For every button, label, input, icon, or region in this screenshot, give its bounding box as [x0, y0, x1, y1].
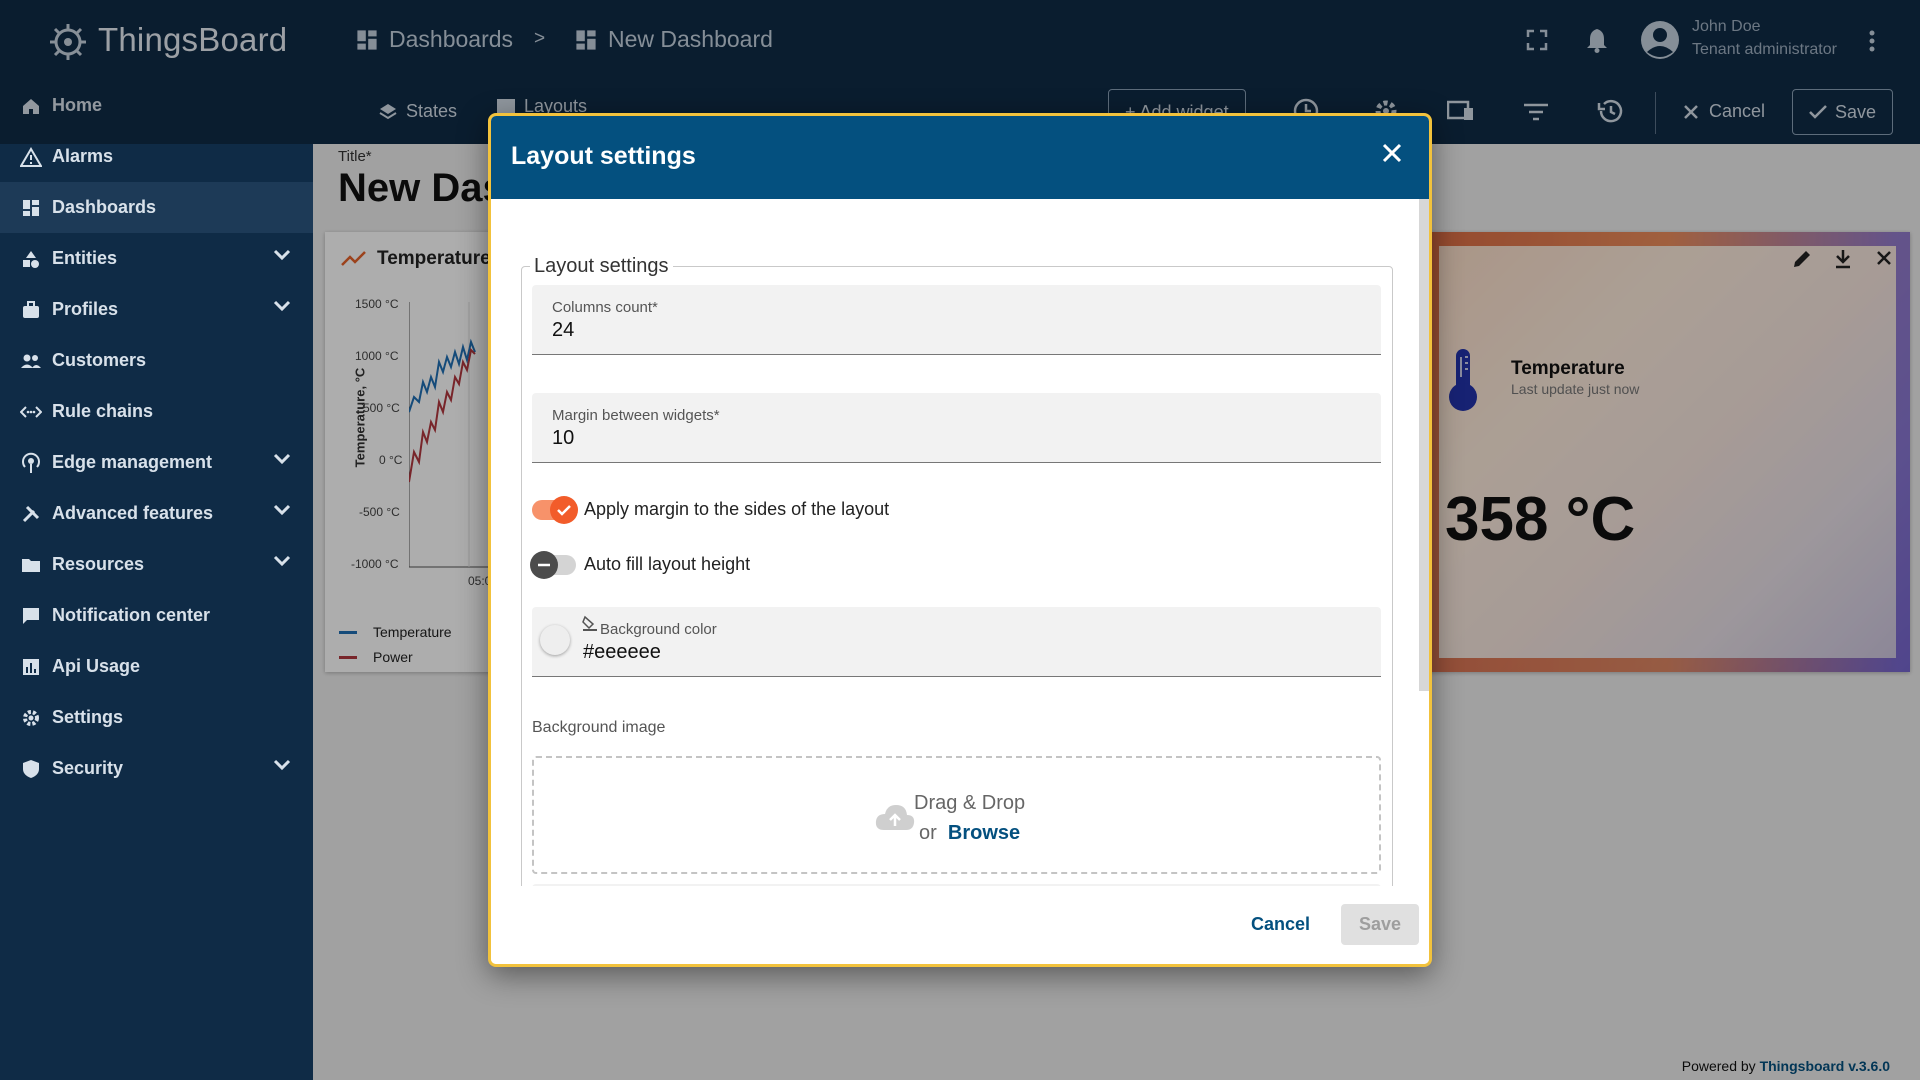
- notification-icon: [20, 605, 42, 627]
- sidebar-item-dashboards[interactable]: Dashboards: [0, 182, 313, 233]
- sidebar-nav: Home Alarms Dashboards Entities Profiles…: [0, 80, 313, 794]
- sidebar-item-resources[interactable]: Resources: [0, 539, 313, 590]
- sidebar-item-label: Api Usage: [52, 656, 141, 676]
- sidebar-item-api-usage[interactable]: Api Usage: [0, 641, 313, 692]
- columns-count-value: 24: [552, 319, 575, 341]
- columns-count-label: Columns count*: [552, 299, 658, 316]
- rule-chains-icon: [20, 401, 42, 423]
- minus-icon: [538, 563, 550, 566]
- margin-value: 10: [552, 427, 575, 449]
- margin-label: Margin between widgets*: [552, 407, 720, 424]
- background-color-label: Background color: [600, 621, 717, 638]
- sidebar-item-rule-chains[interactable]: Rule chains: [0, 386, 313, 437]
- sidebar: ThingsBoard Home Alarms Dashboards Entit…: [0, 0, 313, 1080]
- sidebar-item-edge-management[interactable]: Edge management: [0, 437, 313, 488]
- tools-icon: [20, 503, 42, 525]
- chart-icon: [20, 656, 42, 678]
- sidebar-item-profiles[interactable]: Profiles: [0, 284, 313, 335]
- group-legend: Layout settings: [534, 255, 669, 277]
- sidebar-item-label: Settings: [52, 707, 124, 727]
- customers-icon: [20, 350, 42, 372]
- entities-icon: [20, 248, 42, 270]
- shield-icon: [20, 758, 42, 780]
- margin-field[interactable]: Margin between widgets* 10: [532, 393, 1381, 463]
- dashboard-icon: [20, 197, 42, 219]
- close-icon[interactable]: [1381, 142, 1403, 164]
- sidebar-item-label: Edge management: [52, 452, 213, 472]
- sidebar-item-label: Rule chains: [52, 401, 154, 421]
- toggle-knob: [550, 495, 578, 524]
- columns-count-field[interactable]: Columns count* 24: [532, 285, 1381, 355]
- dialog-save-button[interactable]: Save: [1340, 904, 1419, 945]
- browse-link[interactable]: Browse: [948, 822, 1020, 844]
- chevron-down-icon: [273, 555, 291, 567]
- sidebar-item-label: Customers: [52, 350, 147, 370]
- background-image-dropzone[interactable]: Drag & Drop or Browse: [532, 756, 1381, 874]
- chevron-down-icon: [273, 300, 291, 312]
- sidebar-item-label: Advanced features: [52, 503, 214, 523]
- sidebar-item-label: Entities: [52, 248, 118, 268]
- apply-margin-toggle[interactable]: [532, 495, 578, 524]
- chevron-down-icon: [273, 504, 291, 516]
- or-label: or: [918, 822, 937, 844]
- dialog-scrollbar[interactable]: [1419, 199, 1429, 691]
- background-image-label: Background image: [532, 719, 666, 736]
- sidebar-item-label: Resources: [52, 554, 145, 574]
- check-icon: [557, 504, 571, 516]
- sidebar-item-settings[interactable]: Settings: [0, 692, 313, 743]
- sidebar-item-security[interactable]: Security: [0, 743, 313, 794]
- folder-icon: [20, 554, 42, 576]
- chevron-down-icon: [273, 453, 291, 465]
- apply-margin-label: Apply margin to the sides of the layout: [584, 499, 890, 519]
- drag-drop-label: Drag & Drop: [914, 792, 1026, 814]
- color-swatch[interactable]: [540, 625, 570, 655]
- paint-bucket-icon: [582, 615, 597, 631]
- background-color-field[interactable]: Background color #eeeeee: [532, 607, 1381, 677]
- sidebar-item-notification-center[interactable]: Notification center: [0, 590, 313, 641]
- sidebar-item-label: Dashboards: [52, 197, 157, 217]
- sidebar-item-advanced-features[interactable]: Advanced features: [0, 488, 313, 539]
- sidebar-item-customers[interactable]: Customers: [0, 335, 313, 386]
- dropzone-text: Drag & Drop or Browse: [914, 788, 1025, 848]
- warning-icon: [20, 146, 42, 168]
- sidebar-item-label: Notification center: [52, 605, 211, 625]
- edge-icon: [20, 452, 42, 474]
- dialog-footer: Cancel Save: [491, 886, 1429, 964]
- layout-settings-dialog: Layout settings Layout settings Columns …: [488, 113, 1432, 967]
- sidebar-item-entities[interactable]: Entities: [0, 233, 313, 284]
- profiles-icon: [20, 299, 42, 321]
- apply-margin-toggle-row[interactable]: Apply margin to the sides of the layout: [532, 495, 890, 524]
- background-color-value: #eeeeee: [583, 641, 661, 663]
- dialog-header: Layout settings: [491, 116, 1429, 199]
- toggle-knob: [530, 550, 558, 579]
- sidebar-item-label: Profiles: [52, 299, 119, 319]
- dialog-body[interactable]: Layout settings Columns count* 24 Margin…: [491, 199, 1429, 889]
- gear-icon: [20, 707, 42, 729]
- auto-fill-label: Auto fill layout height: [584, 554, 751, 574]
- auto-fill-toggle-row[interactable]: Auto fill layout height: [530, 550, 751, 579]
- sidebar-item-label: Alarms: [52, 146, 114, 166]
- dialog-cancel-button[interactable]: Cancel: [1239, 904, 1322, 945]
- chevron-down-icon: [273, 249, 291, 261]
- dialog-title: Layout settings: [511, 142, 696, 170]
- sidebar-item-label: Security: [52, 758, 124, 778]
- auto-fill-toggle[interactable]: [530, 550, 576, 579]
- chevron-down-icon: [273, 759, 291, 771]
- cloud-upload-icon: [875, 805, 915, 830]
